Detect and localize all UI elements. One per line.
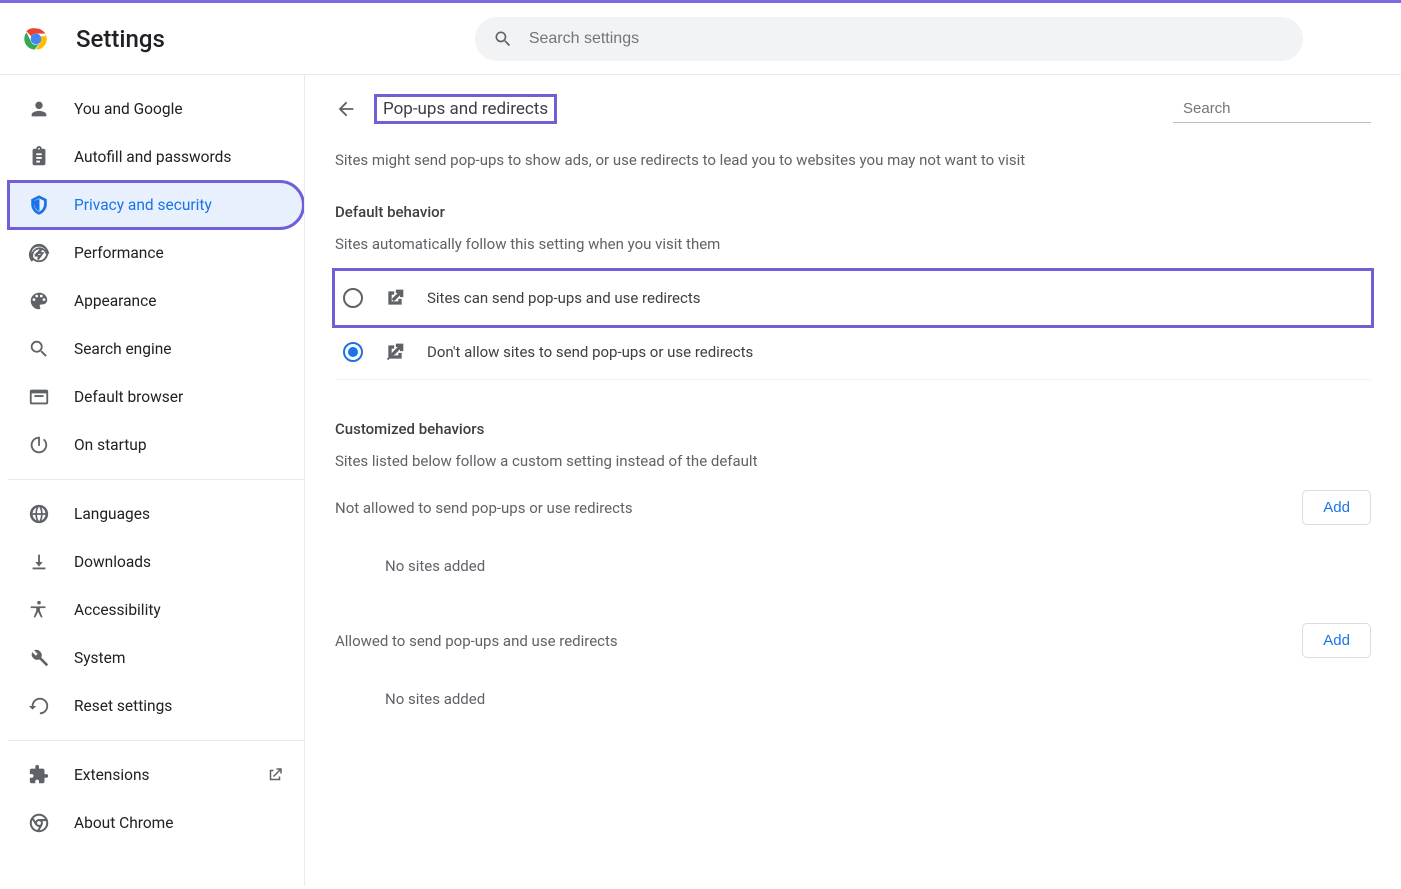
- popup-blocked-icon: [385, 342, 405, 362]
- sidebar-item-on-startup[interactable]: On startup: [8, 421, 304, 469]
- app-title: Settings: [76, 25, 165, 53]
- sidebar-item-label: Extensions: [74, 766, 150, 784]
- sidebar-item-about[interactable]: About Chrome: [8, 799, 304, 847]
- radio-label: Don't allow sites to send pop-ups or use…: [427, 343, 753, 361]
- global-search-input[interactable]: [529, 30, 1285, 48]
- clipboard-icon: [28, 146, 50, 168]
- custom-behavior-sub: Sites listed below follow a custom setti…: [335, 452, 1371, 470]
- global-search[interactable]: [475, 17, 1303, 61]
- sidebar-item-languages[interactable]: Languages: [8, 490, 304, 538]
- page-search-input[interactable]: [1183, 100, 1382, 117]
- chrome-outline-icon: [28, 812, 50, 834]
- sidebar: You and Google Autofill and passwords Pr…: [0, 75, 304, 886]
- page-subtitle: Pop-ups and redirects: [375, 95, 556, 123]
- sidebar-item-accessibility[interactable]: Accessibility: [8, 586, 304, 634]
- sidebar-item-label: Search engine: [74, 340, 172, 358]
- radio-label: Sites can send pop-ups and use redirects: [427, 289, 700, 307]
- person-icon: [28, 98, 50, 120]
- wrench-icon: [28, 647, 50, 669]
- sidebar-item-label: On startup: [74, 436, 147, 454]
- shield-icon: [28, 194, 50, 216]
- sidebar-item-autofill[interactable]: Autofill and passwords: [8, 133, 304, 181]
- sidebar-item-label: Privacy and security: [74, 196, 212, 214]
- sidebar-item-reset[interactable]: Reset settings: [8, 682, 304, 730]
- sidebar-item-label: Performance: [74, 244, 164, 262]
- back-button[interactable]: [335, 98, 357, 120]
- download-icon: [28, 551, 50, 573]
- popup-open-icon: [385, 288, 405, 308]
- default-behavior-sub: Sites automatically follow this setting …: [335, 235, 1371, 253]
- palette-icon: [28, 290, 50, 312]
- not-allowed-empty: No sites added: [335, 539, 1371, 603]
- sidebar-item-you-and-google[interactable]: You and Google: [8, 85, 304, 133]
- not-allowed-label: Not allowed to send pop-ups or use redir…: [335, 499, 633, 517]
- radio-icon: [343, 342, 363, 362]
- sidebar-item-extensions[interactable]: Extensions: [8, 751, 304, 799]
- radio-block-popups[interactable]: Don't allow sites to send pop-ups or use…: [335, 325, 1371, 379]
- extension-icon: [28, 764, 50, 786]
- sidebar-item-label: Languages: [74, 505, 150, 523]
- sidebar-item-system[interactable]: System: [8, 634, 304, 682]
- accessibility-icon: [28, 599, 50, 621]
- browser-icon: [28, 386, 50, 408]
- radio-icon: [343, 288, 363, 308]
- sidebar-item-label: Autofill and passwords: [74, 148, 231, 166]
- sidebar-item-privacy[interactable]: Privacy and security: [8, 181, 304, 229]
- radio-allow-popups[interactable]: Sites can send pop-ups and use redirects: [335, 271, 1371, 325]
- allowed-empty: No sites added: [335, 672, 1371, 736]
- sidebar-item-downloads[interactable]: Downloads: [8, 538, 304, 586]
- sidebar-item-appearance[interactable]: Appearance: [8, 277, 304, 325]
- speed-icon: [28, 242, 50, 264]
- main-panel: Pop-ups and redirects Sites might send p…: [304, 75, 1401, 886]
- sidebar-item-label: Appearance: [74, 292, 156, 310]
- sidebar-item-label: You and Google: [74, 100, 183, 118]
- sidebar-item-label: Accessibility: [74, 601, 161, 619]
- chrome-logo-icon: [20, 23, 52, 55]
- external-link-icon: [266, 766, 284, 784]
- page-search[interactable]: [1173, 96, 1371, 123]
- reset-icon: [28, 695, 50, 717]
- sidebar-item-default-browser[interactable]: Default browser: [8, 373, 304, 421]
- sidebar-item-label: System: [74, 649, 125, 667]
- sidebar-item-label: Default browser: [74, 388, 183, 406]
- sidebar-item-performance[interactable]: Performance: [8, 229, 304, 277]
- default-behavior-heading: Default behavior: [335, 203, 1371, 221]
- search-icon: [493, 29, 513, 49]
- add-not-allowed-button[interactable]: Add: [1302, 490, 1371, 525]
- power-icon: [28, 434, 50, 456]
- sidebar-item-label: Reset settings: [74, 697, 172, 715]
- page-description: Sites might send pop-ups to show ads, or…: [335, 151, 1371, 169]
- add-allowed-button[interactable]: Add: [1302, 623, 1371, 658]
- allowed-label: Allowed to send pop-ups and use redirect…: [335, 632, 618, 650]
- sidebar-item-label: Downloads: [74, 553, 151, 571]
- sidebar-item-search-engine[interactable]: Search engine: [8, 325, 304, 373]
- search-icon: [28, 338, 50, 360]
- globe-icon: [28, 503, 50, 525]
- custom-behavior-heading: Customized behaviors: [335, 420, 1371, 438]
- app-header: Settings: [0, 3, 1401, 75]
- sidebar-item-label: About Chrome: [74, 814, 174, 832]
